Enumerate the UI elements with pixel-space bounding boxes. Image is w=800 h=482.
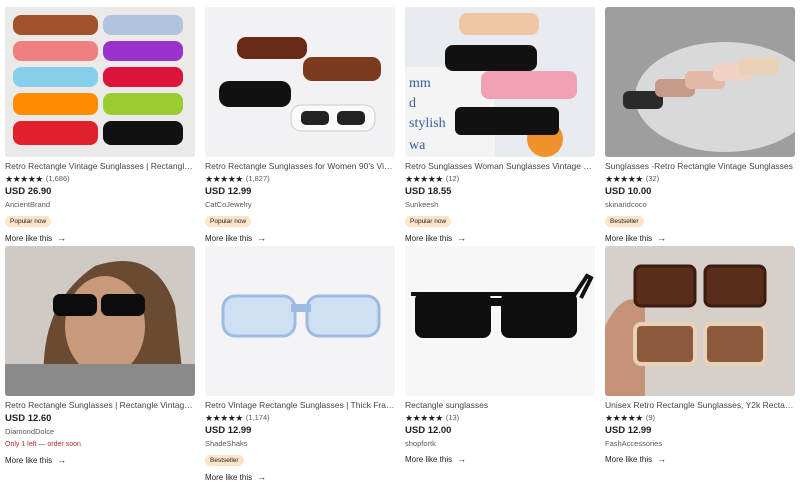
arrow-right-icon: → bbox=[57, 233, 67, 243]
more-like-this-link[interactable]: More like this → bbox=[605, 233, 795, 243]
rating: ★★★★★ (1,686) bbox=[5, 173, 195, 184]
shop-name: Sunkeesh bbox=[405, 200, 439, 209]
rating: ★★★★★ (12) bbox=[405, 173, 595, 184]
price: USD 26.90 bbox=[5, 186, 52, 197]
price: USD 18.55 bbox=[405, 186, 452, 197]
svg-text:wa: wa bbox=[409, 138, 426, 153]
product-card[interactable]: Retro Rectangle Sunglasses | Rectangle V… bbox=[5, 246, 195, 465]
rating: ★★★★★ (1,174) bbox=[205, 412, 395, 423]
review-count: (1,827) bbox=[245, 174, 270, 183]
svg-text:stylish: stylish bbox=[409, 116, 446, 131]
price: USD 10.00 bbox=[605, 186, 652, 197]
svg-text:mm: mm bbox=[409, 76, 431, 91]
more-like-this-link[interactable]: More like this → bbox=[205, 233, 395, 243]
product-card[interactable]: Retro Vintage Rectangle Sunglasses | Thi… bbox=[205, 246, 395, 482]
product-card[interactable]: Sunglasses -Retro Rectangle Vintage Sung… bbox=[605, 7, 795, 243]
more-like-this-label: More like this bbox=[405, 454, 453, 464]
rating: ★★★★★ (1,827) bbox=[205, 173, 395, 184]
product-image[interactable] bbox=[205, 246, 395, 396]
product-grid: Retro Rectangle Vintage Sunglasses | Rec… bbox=[0, 0, 800, 482]
product-card[interactable]: Retro Rectangle Vintage Sunglasses | Rec… bbox=[5, 7, 195, 243]
price: USD 12.99 bbox=[205, 186, 252, 197]
product-title[interactable]: Retro Rectangle Vintage Sunglasses | Rec… bbox=[5, 161, 195, 172]
shop-name: skinandcoco bbox=[605, 200, 647, 209]
product-image[interactable] bbox=[5, 7, 195, 157]
product-title[interactable]: Rectangle sunglasses bbox=[405, 400, 595, 411]
product-title[interactable]: Retro Vintage Rectangle Sunglasses | Thi… bbox=[205, 400, 395, 411]
status-badge: Bestseller bbox=[205, 455, 244, 466]
review-count: (1,174) bbox=[245, 413, 270, 422]
product-title[interactable]: Unisex Retro Rectangle Sunglasses, Y2k R… bbox=[605, 400, 795, 411]
arrow-right-icon: → bbox=[657, 454, 667, 464]
arrow-right-icon: → bbox=[657, 233, 667, 243]
product-image[interactable] bbox=[205, 7, 395, 157]
product-title[interactable]: Retro Sunglasses Woman Sunglasses Vintag… bbox=[405, 161, 595, 172]
rating: ★★★★★ (9) bbox=[605, 412, 795, 423]
arrow-right-icon: → bbox=[57, 455, 67, 465]
more-like-this-label: More like this bbox=[205, 472, 253, 482]
more-like-this-label: More like this bbox=[205, 233, 253, 243]
rating: ★★★★★ (13) bbox=[405, 412, 595, 423]
review-count: (1,686) bbox=[45, 174, 70, 183]
shop-name: CatCoJewelry bbox=[205, 200, 252, 209]
star-icon: ★★★★★ bbox=[405, 173, 443, 184]
product-image[interactable] bbox=[5, 246, 195, 396]
review-count: (32) bbox=[645, 174, 660, 183]
arrow-right-icon: → bbox=[257, 472, 267, 482]
star-icon: ★★★★★ bbox=[605, 412, 643, 423]
product-image[interactable]: mm d stylish wa bbox=[405, 7, 595, 157]
product-image[interactable] bbox=[605, 7, 795, 157]
rating: ★★★★★ (32) bbox=[605, 173, 795, 184]
star-icon: ★★★★★ bbox=[405, 412, 443, 423]
more-like-this-link[interactable]: More like this → bbox=[5, 233, 195, 243]
more-like-this-link[interactable]: More like this → bbox=[205, 472, 395, 482]
product-title[interactable]: Retro Rectangle Sunglasses | Rectangle V… bbox=[5, 400, 195, 411]
more-like-this-label: More like this bbox=[605, 233, 653, 243]
product-image[interactable] bbox=[605, 246, 795, 396]
product-card[interactable]: mm d stylish wa Retro Sunglasses Woman S… bbox=[405, 7, 595, 243]
more-like-this-label: More like this bbox=[405, 233, 453, 243]
review-count: (13) bbox=[445, 413, 460, 422]
product-title[interactable]: Retro Rectangle Sunglasses for Women 90'… bbox=[205, 161, 395, 172]
price: USD 12.99 bbox=[605, 425, 652, 436]
review-count: (12) bbox=[445, 174, 460, 183]
product-card[interactable]: Retro Rectangle Sunglasses for Women 90'… bbox=[205, 7, 395, 243]
shop-name: shopfortk bbox=[405, 439, 436, 448]
status-badge: Popular now bbox=[5, 216, 52, 227]
price: USD 12.99 bbox=[205, 425, 252, 436]
status-badge: Popular now bbox=[405, 216, 452, 227]
star-icon: ★★★★★ bbox=[605, 173, 643, 184]
more-like-this-link[interactable]: More like this → bbox=[405, 233, 595, 243]
more-like-this-label: More like this bbox=[605, 454, 653, 464]
stock-warning: Only 1 left — order soon bbox=[5, 441, 81, 448]
product-title[interactable]: Sunglasses -Retro Rectangle Vintage Sung… bbox=[605, 161, 795, 172]
arrow-right-icon: → bbox=[257, 233, 267, 243]
shop-name: ShadeShaks bbox=[205, 439, 248, 448]
shop-name: FashAccessories bbox=[605, 439, 663, 448]
product-card[interactable]: Unisex Retro Rectangle Sunglasses, Y2k R… bbox=[605, 246, 795, 464]
arrow-right-icon: → bbox=[457, 233, 467, 243]
more-like-this-label: More like this bbox=[5, 455, 53, 465]
status-badge: Bestseller bbox=[605, 216, 644, 227]
more-like-this-link[interactable]: More like this → bbox=[605, 454, 795, 464]
star-icon: ★★★★★ bbox=[205, 412, 243, 423]
price: USD 12.00 bbox=[405, 425, 452, 436]
product-card[interactable]: Rectangle sunglasses ★★★★★ (13) USD 12.0… bbox=[405, 246, 595, 464]
status-badge: Popular now bbox=[205, 216, 252, 227]
arrow-right-icon: → bbox=[457, 454, 467, 464]
star-icon: ★★★★★ bbox=[205, 173, 243, 184]
more-like-this-label: More like this bbox=[5, 233, 53, 243]
more-like-this-link[interactable]: More like this → bbox=[405, 454, 595, 464]
svg-text:d: d bbox=[409, 96, 416, 111]
review-count: (9) bbox=[645, 413, 656, 422]
shop-name: DiamondDolce bbox=[5, 427, 55, 436]
product-image[interactable] bbox=[405, 246, 595, 396]
more-like-this-link[interactable]: More like this → bbox=[5, 455, 195, 465]
shop-name: AncientBrand bbox=[5, 200, 51, 209]
star-icon: ★★★★★ bbox=[5, 173, 43, 184]
price: USD 12.60 bbox=[5, 413, 52, 424]
